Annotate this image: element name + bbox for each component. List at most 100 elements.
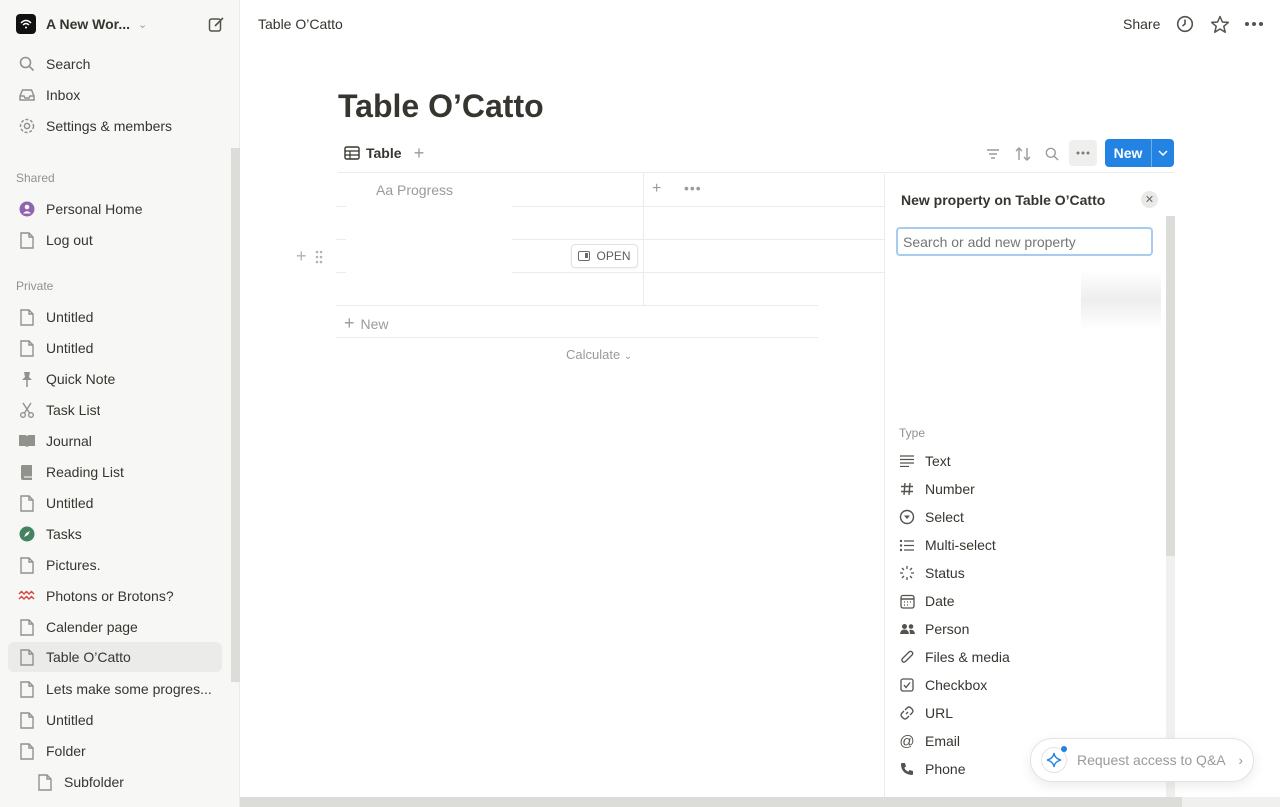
panel-scrollbar[interactable] [1166, 216, 1175, 556]
new-record-button[interactable]: New [1105, 139, 1174, 167]
type-label: Multi-select [925, 537, 996, 553]
sidebar-item-label: Table O’Catto [46, 649, 131, 665]
sidebar-item-journal[interactable]: Journal [8, 427, 222, 455]
drag-handle-icon[interactable] [315, 250, 323, 264]
sidebar-item-personal-home[interactable]: Personal Home [8, 195, 222, 223]
page-icon [16, 709, 38, 731]
sidebar-item-label: Photons or Brotons? [46, 588, 174, 604]
new-page-icon[interactable] [206, 14, 226, 34]
property-type-multi-select[interactable]: Multi-select [897, 532, 996, 558]
sidebar-item-untitled[interactable]: Untitled [8, 706, 222, 734]
row-handle[interactable]: + [296, 246, 323, 267]
table-row-divider [336, 305, 818, 306]
share-button[interactable]: Share [1123, 16, 1160, 32]
table-icon [344, 146, 360, 160]
sidebar-item-label: Calender page [46, 619, 138, 635]
chevron-down-icon[interactable] [1152, 139, 1174, 167]
property-type-phone[interactable]: Phone [897, 756, 965, 782]
add-column-icon[interactable]: + [652, 180, 661, 198]
sidebar-item-search[interactable]: Search [8, 50, 222, 78]
open-label: OPEN [596, 249, 631, 263]
sidebar-item-table-ocatto[interactable]: Table O’Catto [8, 642, 222, 672]
property-type-status[interactable]: Status [897, 560, 965, 586]
wave-icon [16, 585, 38, 607]
column-header-progress[interactable]: Aa Progress [376, 182, 453, 198]
type-label: Text [925, 453, 951, 469]
sidebar-item-inbox[interactable]: Inbox [8, 81, 222, 109]
property-type-text[interactable]: Text [897, 448, 951, 474]
column-more-icon[interactable]: ••• [684, 180, 702, 196]
star-icon[interactable] [1210, 14, 1230, 34]
calculate-button[interactable]: Calculate ⌄ [566, 347, 632, 362]
table-row-divider [336, 337, 818, 338]
sidebar-item-untitled[interactable]: Untitled [8, 334, 222, 362]
sidebar-item-label: Untitled [46, 340, 94, 356]
sidebar-item-quick-note[interactable]: Quick Note [8, 365, 222, 393]
table-cell-area [346, 198, 512, 304]
breadcrumb[interactable]: Table O’Catto [258, 16, 343, 32]
sidebar-item-tasks[interactable]: Tasks [8, 520, 222, 548]
sidebar-item-progress[interactable]: Lets make some progres... [8, 675, 222, 703]
sidebar-item-settings[interactable]: Settings & members [8, 112, 222, 140]
filter-icon[interactable] [982, 143, 1004, 165]
at-icon: @ [899, 732, 915, 750]
new-row-label: New [360, 315, 389, 332]
sidebar-item-untitled[interactable]: Untitled [8, 303, 222, 331]
property-type-select[interactable]: Select [897, 504, 964, 530]
close-icon[interactable]: ✕ [1141, 191, 1158, 208]
property-type-files-media[interactable]: Files & media [897, 644, 1010, 670]
new-row-button[interactable]: + New [344, 313, 389, 334]
sidebar-item-subfolder[interactable]: Subfolder [26, 768, 222, 796]
request-qa-button[interactable]: Request access to Q&A › [1030, 738, 1254, 782]
workspace-switcher[interactable]: A New Wor... ⌄ [8, 8, 232, 40]
horizontal-scrollbar[interactable] [240, 797, 1182, 807]
chevron-down-icon: ⌄ [623, 351, 633, 362]
sidebar-item-label: Inbox [46, 87, 81, 103]
search-icon[interactable] [1041, 143, 1063, 165]
sidebar-item-label: Personal Home [46, 201, 143, 217]
sidebar-item-photons[interactable]: Photons or Brotons? [8, 582, 222, 610]
clock-icon[interactable] [1175, 14, 1195, 34]
sidebar-item-label: Untitled [46, 712, 94, 728]
page-icon [16, 492, 38, 514]
tab-table-view[interactable]: Table [344, 142, 402, 164]
type-label: URL [925, 705, 954, 721]
page-icon [16, 740, 38, 762]
sidebar-scrollbar[interactable] [231, 148, 240, 682]
sidebar-item-folder[interactable]: Folder [8, 737, 222, 765]
sidebar-item-label: Untitled [46, 309, 94, 325]
sidebar-item-label: Reading List [46, 464, 124, 480]
property-type-email[interactable]: @ Email [897, 728, 960, 754]
type-section-label: Type [899, 426, 926, 440]
tab-label: Table [366, 145, 402, 161]
property-type-url[interactable]: URL [897, 700, 953, 726]
add-row-icon[interactable]: + [296, 246, 307, 267]
sort-icon[interactable] [1012, 143, 1034, 165]
property-type-date[interactable]: Date [897, 588, 955, 614]
sidebar-item-label: Lets make some progres... [46, 681, 212, 697]
sparkle-icon [1041, 746, 1067, 773]
text-lines-icon [897, 451, 917, 471]
sidebar-item-untitled[interactable]: Untitled [8, 489, 222, 517]
chevron-right-icon: › [1238, 752, 1243, 768]
sidebar-item-label: Subfolder [64, 774, 124, 790]
sidebar-item-calender-page[interactable]: Calender page [8, 613, 222, 641]
book-icon [16, 430, 38, 452]
sidebar-item-log-out[interactable]: Log out [8, 226, 222, 254]
property-type-number[interactable]: Number [897, 476, 975, 502]
more-icon[interactable] [1244, 14, 1264, 34]
people-icon [897, 619, 917, 639]
add-view-icon[interactable]: + [410, 142, 428, 164]
property-type-checkbox[interactable]: Checkbox [897, 672, 987, 698]
sidebar-item-pictures[interactable]: Pictures. [8, 551, 222, 579]
property-type-person[interactable]: Person [897, 616, 969, 642]
sidebar-item-task-list[interactable]: Task List [8, 396, 222, 424]
open-row-button[interactable]: OPEN [571, 244, 638, 268]
page-title[interactable]: Table O’Catto [338, 88, 544, 125]
view-more-icon[interactable] [1069, 140, 1097, 166]
sidebar-item-reading-list[interactable]: Reading List [8, 458, 222, 486]
property-search-input[interactable] [896, 227, 1153, 256]
chevron-down-icon: ⌄ [138, 18, 148, 31]
sidebar-item-label: Settings & members [46, 118, 173, 134]
type-label: Select [925, 509, 964, 525]
